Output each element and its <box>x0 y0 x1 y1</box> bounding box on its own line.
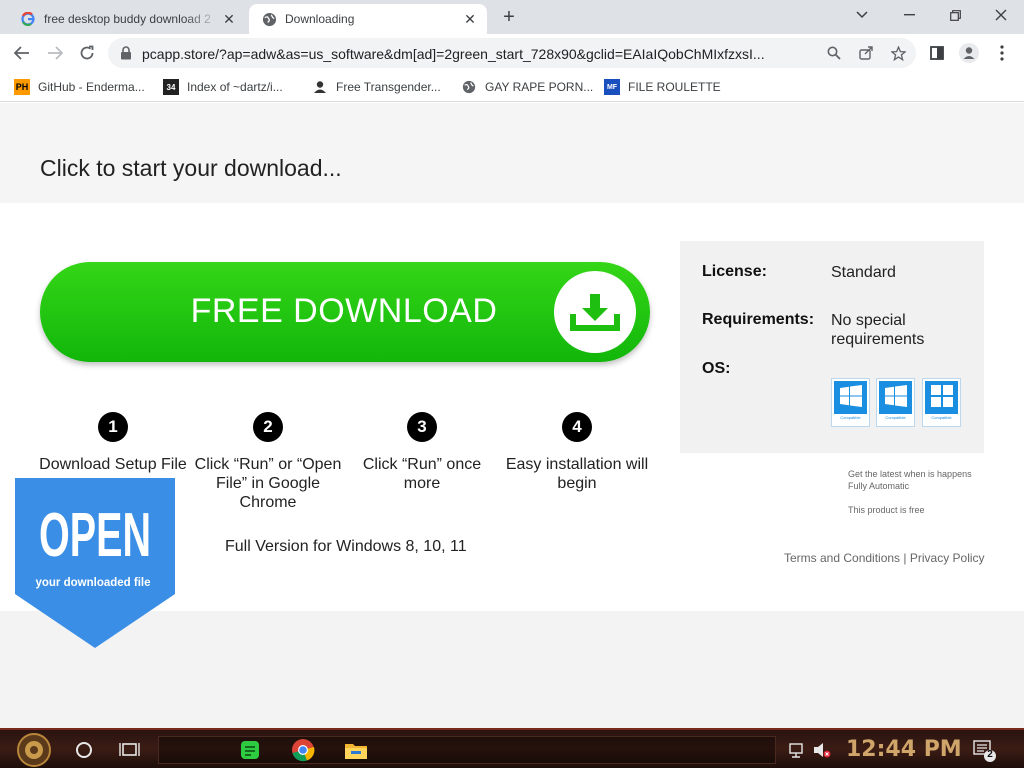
side-panel-icon[interactable] <box>926 42 948 64</box>
browser-toolbar: pcapp.store/?ap=adw&as=us_software&dm[ad… <box>0 34 1024 72</box>
license-label: License: <box>702 263 767 280</box>
download-button-label: FREE DOWNLOAD <box>190 292 498 330</box>
step-number: 2 <box>253 412 283 442</box>
windows-8-badge: Compatible <box>831 378 870 427</box>
free-download-button[interactable]: FREE DOWNLOAD <box>40 262 650 362</box>
windows-logo-icon <box>840 385 862 407</box>
step-number: 4 <box>562 412 592 442</box>
tab-close-icon[interactable]: ✕ <box>220 10 238 28</box>
link-separator: | <box>903 551 907 565</box>
open-banner-subtitle: your downloaded file <box>35 577 150 589</box>
requirements-label: Requirements: <box>702 311 815 328</box>
windows-logo-icon <box>885 385 907 407</box>
bookmark-label: Free Transgender... <box>336 80 441 94</box>
notification-count: 2 <box>987 749 993 760</box>
star-icon[interactable] <box>890 45 906 61</box>
taskbar-clock[interactable]: 12:44 PM <box>846 737 962 762</box>
step-4: 4 Easy installation will begin <box>502 412 652 493</box>
profile-avatar-icon[interactable] <box>958 42 980 64</box>
minimize-button[interactable] <box>893 4 925 26</box>
bookmark-github[interactable]: PH GitHub - Enderma... <box>14 78 145 96</box>
badge-caption: Compatible <box>840 415 861 420</box>
share-icon[interactable] <box>858 45 874 61</box>
os-label: OS: <box>702 360 731 377</box>
globe-icon <box>461 79 477 95</box>
step-1: 1 Download Setup File <box>38 412 188 474</box>
address-bar[interactable]: pcapp.store/?ap=adw&as=us_software&dm[ad… <box>108 38 916 68</box>
tile-icon: 34 <box>163 79 179 95</box>
task-view-icon[interactable] <box>119 736 141 764</box>
windows-10-badge: Compatible <box>876 378 915 427</box>
step-number: 1 <box>98 412 128 442</box>
step-text: Easy installation will begin <box>505 456 649 492</box>
close-window-button[interactable] <box>985 4 1017 26</box>
badge-caption: Compatible <box>931 415 952 420</box>
license-value: Standard <box>831 264 896 281</box>
file-explorer-icon[interactable] <box>342 736 370 764</box>
search-lens-icon[interactable] <box>826 45 842 61</box>
bookmark-label: FILE ROULETTE <box>628 80 721 94</box>
privacy-link[interactable]: Privacy Policy <box>910 551 985 565</box>
requirements-value: No special requirements <box>831 312 925 348</box>
tab-title: Downloading <box>285 12 355 26</box>
bookmark-label: GitHub - Enderma... <box>38 80 145 94</box>
ph-icon: PH <box>14 79 30 95</box>
restore-button[interactable] <box>939 4 971 26</box>
reload-button[interactable] <box>74 40 100 66</box>
tab-search-icon[interactable] <box>846 4 878 26</box>
tab-free-desktop-buddy[interactable]: free desktop buddy download 2 ✕ <box>8 4 246 34</box>
step-text: Click “Run” or “Open File” in Google Chr… <box>194 456 342 511</box>
volume-muted-icon[interactable] <box>812 736 832 764</box>
note-free: This product is free <box>848 505 925 515</box>
product-info-box: License: Standard Requirements: No speci… <box>680 241 984 453</box>
tab-downloading[interactable]: Downloading ✕ <box>249 4 487 34</box>
chrome-app-icon[interactable] <box>289 736 317 764</box>
windows-logo-icon <box>931 385 953 407</box>
forward-button[interactable] <box>42 40 68 66</box>
page-headline: Click to start your download... <box>40 155 342 181</box>
new-tab-button[interactable]: + <box>498 7 520 29</box>
badge-caption: Compatible <box>885 415 906 420</box>
note-latest: Get the latest when is happens <box>848 469 972 479</box>
full-version-text: Full Version for Windows 8, 10, 11 <box>225 538 467 555</box>
network-icon[interactable] <box>788 736 806 764</box>
start-button[interactable] <box>12 732 56 768</box>
footer-links: Terms and Conditions | Privacy Policy <box>784 551 985 565</box>
google-g-icon <box>20 11 36 27</box>
download-icon <box>554 271 636 353</box>
menu-kebab-icon[interactable] <box>991 42 1013 64</box>
tab-strip: free desktop buddy download 2 ✕ Download… <box>0 0 1024 34</box>
windows-11-badge: Compatible <box>922 378 961 427</box>
open-file-banner[interactable]: OPEN your downloaded file <box>15 478 175 653</box>
cortana-circle-icon[interactable] <box>74 736 94 764</box>
bookmark-label: GAY RAPE PORN... <box>485 80 594 94</box>
header-band: Click to start your download... <box>0 103 1024 203</box>
step-number: 3 <box>407 412 437 442</box>
notes-app-icon[interactable] <box>236 736 264 764</box>
bookmarks-bar: PH GitHub - Enderma... 34 Index of ~dart… <box>0 72 1024 102</box>
lock-icon[interactable] <box>120 46 134 60</box>
back-button[interactable] <box>9 40 35 66</box>
bookmark-label: Index of ~dartz/i... <box>187 80 283 94</box>
note-automatic: Fully Automatic <box>848 481 910 491</box>
notifications-icon[interactable]: 2 <box>972 736 998 764</box>
terms-link[interactable]: Terms and Conditions <box>784 551 900 565</box>
bookmark-free-transgender[interactable]: Free Transgender... <box>312 78 441 96</box>
step-3: 3 Click “Run” once more <box>347 412 497 493</box>
user-icon <box>312 79 328 95</box>
bookmark-gay-rape-porn[interactable]: GAY RAPE PORN... <box>461 78 593 96</box>
web-page: Click to start your download... FREE DOW… <box>0 103 1024 728</box>
tab-close-icon[interactable]: ✕ <box>461 10 479 28</box>
bookmark-index-dartz[interactable]: 34 Index of ~dartz/i... <box>163 78 283 96</box>
step-text: Click “Run” once more <box>362 456 482 492</box>
bookmark-file-roulette[interactable]: MF FILE ROULETTE <box>604 78 721 96</box>
tab-title: free desktop buddy download 2 <box>44 12 211 26</box>
url-text[interactable]: pcapp.store/?ap=adw&as=us_software&dm[ad… <box>142 46 822 62</box>
taskbar: 12:44 PM 2 <box>0 728 1024 768</box>
file-icon: MF <box>604 79 620 95</box>
step-2: 2 Click “Run” or “Open File” in Google C… <box>193 412 343 512</box>
globe-icon <box>261 11 277 27</box>
step-text: Download Setup File <box>39 456 187 473</box>
open-banner-title: OPEN <box>39 501 151 570</box>
